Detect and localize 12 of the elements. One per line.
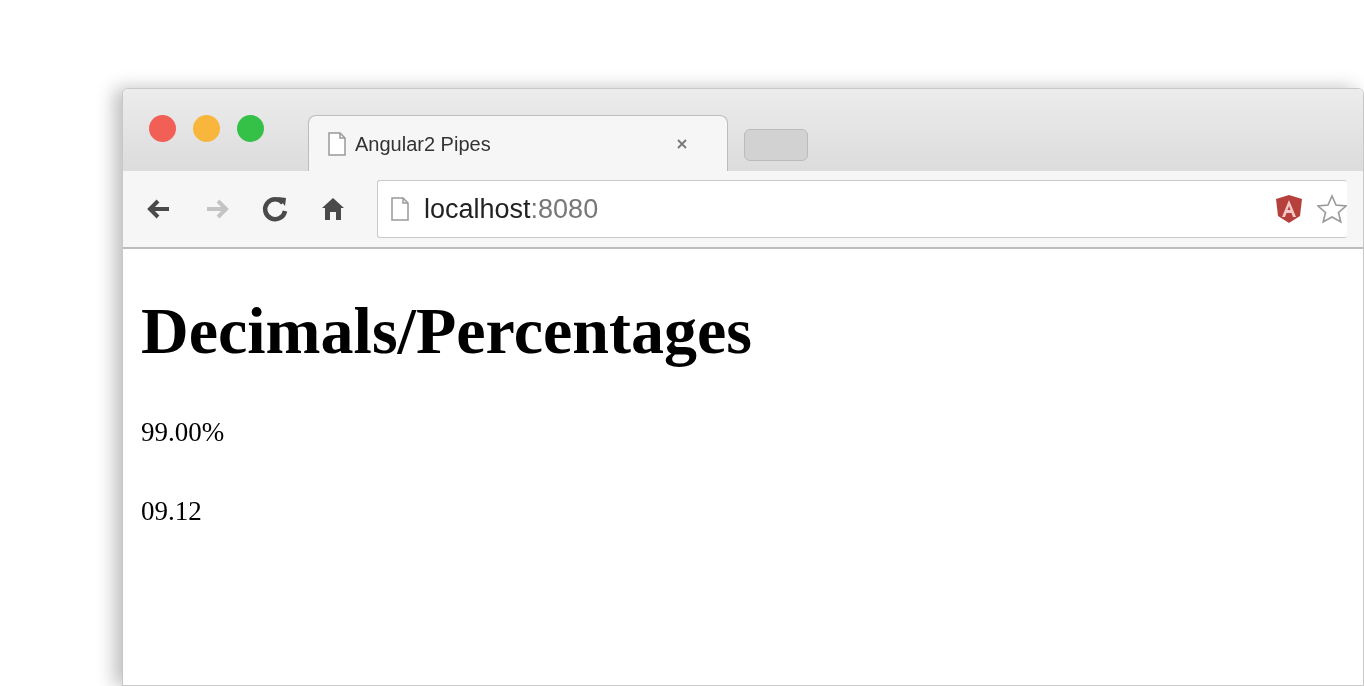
url-text: localhost:8080	[424, 192, 599, 226]
browser-tab[interactable]: Angular2 Pipes	[308, 115, 728, 171]
close-icon[interactable]	[675, 136, 689, 151]
shield-icon[interactable]	[1275, 194, 1303, 224]
page-icon	[327, 131, 347, 156]
star-icon[interactable]	[1317, 194, 1347, 224]
page-heading: Decimals/Percentages	[141, 293, 753, 369]
window-control-button[interactable]	[149, 114, 176, 142]
output-text: 99.00%	[141, 416, 226, 450]
output-text: 09.12	[141, 494, 203, 528]
address-bar[interactable]: localhost:8080	[377, 180, 1347, 238]
page-icon	[390, 197, 410, 221]
